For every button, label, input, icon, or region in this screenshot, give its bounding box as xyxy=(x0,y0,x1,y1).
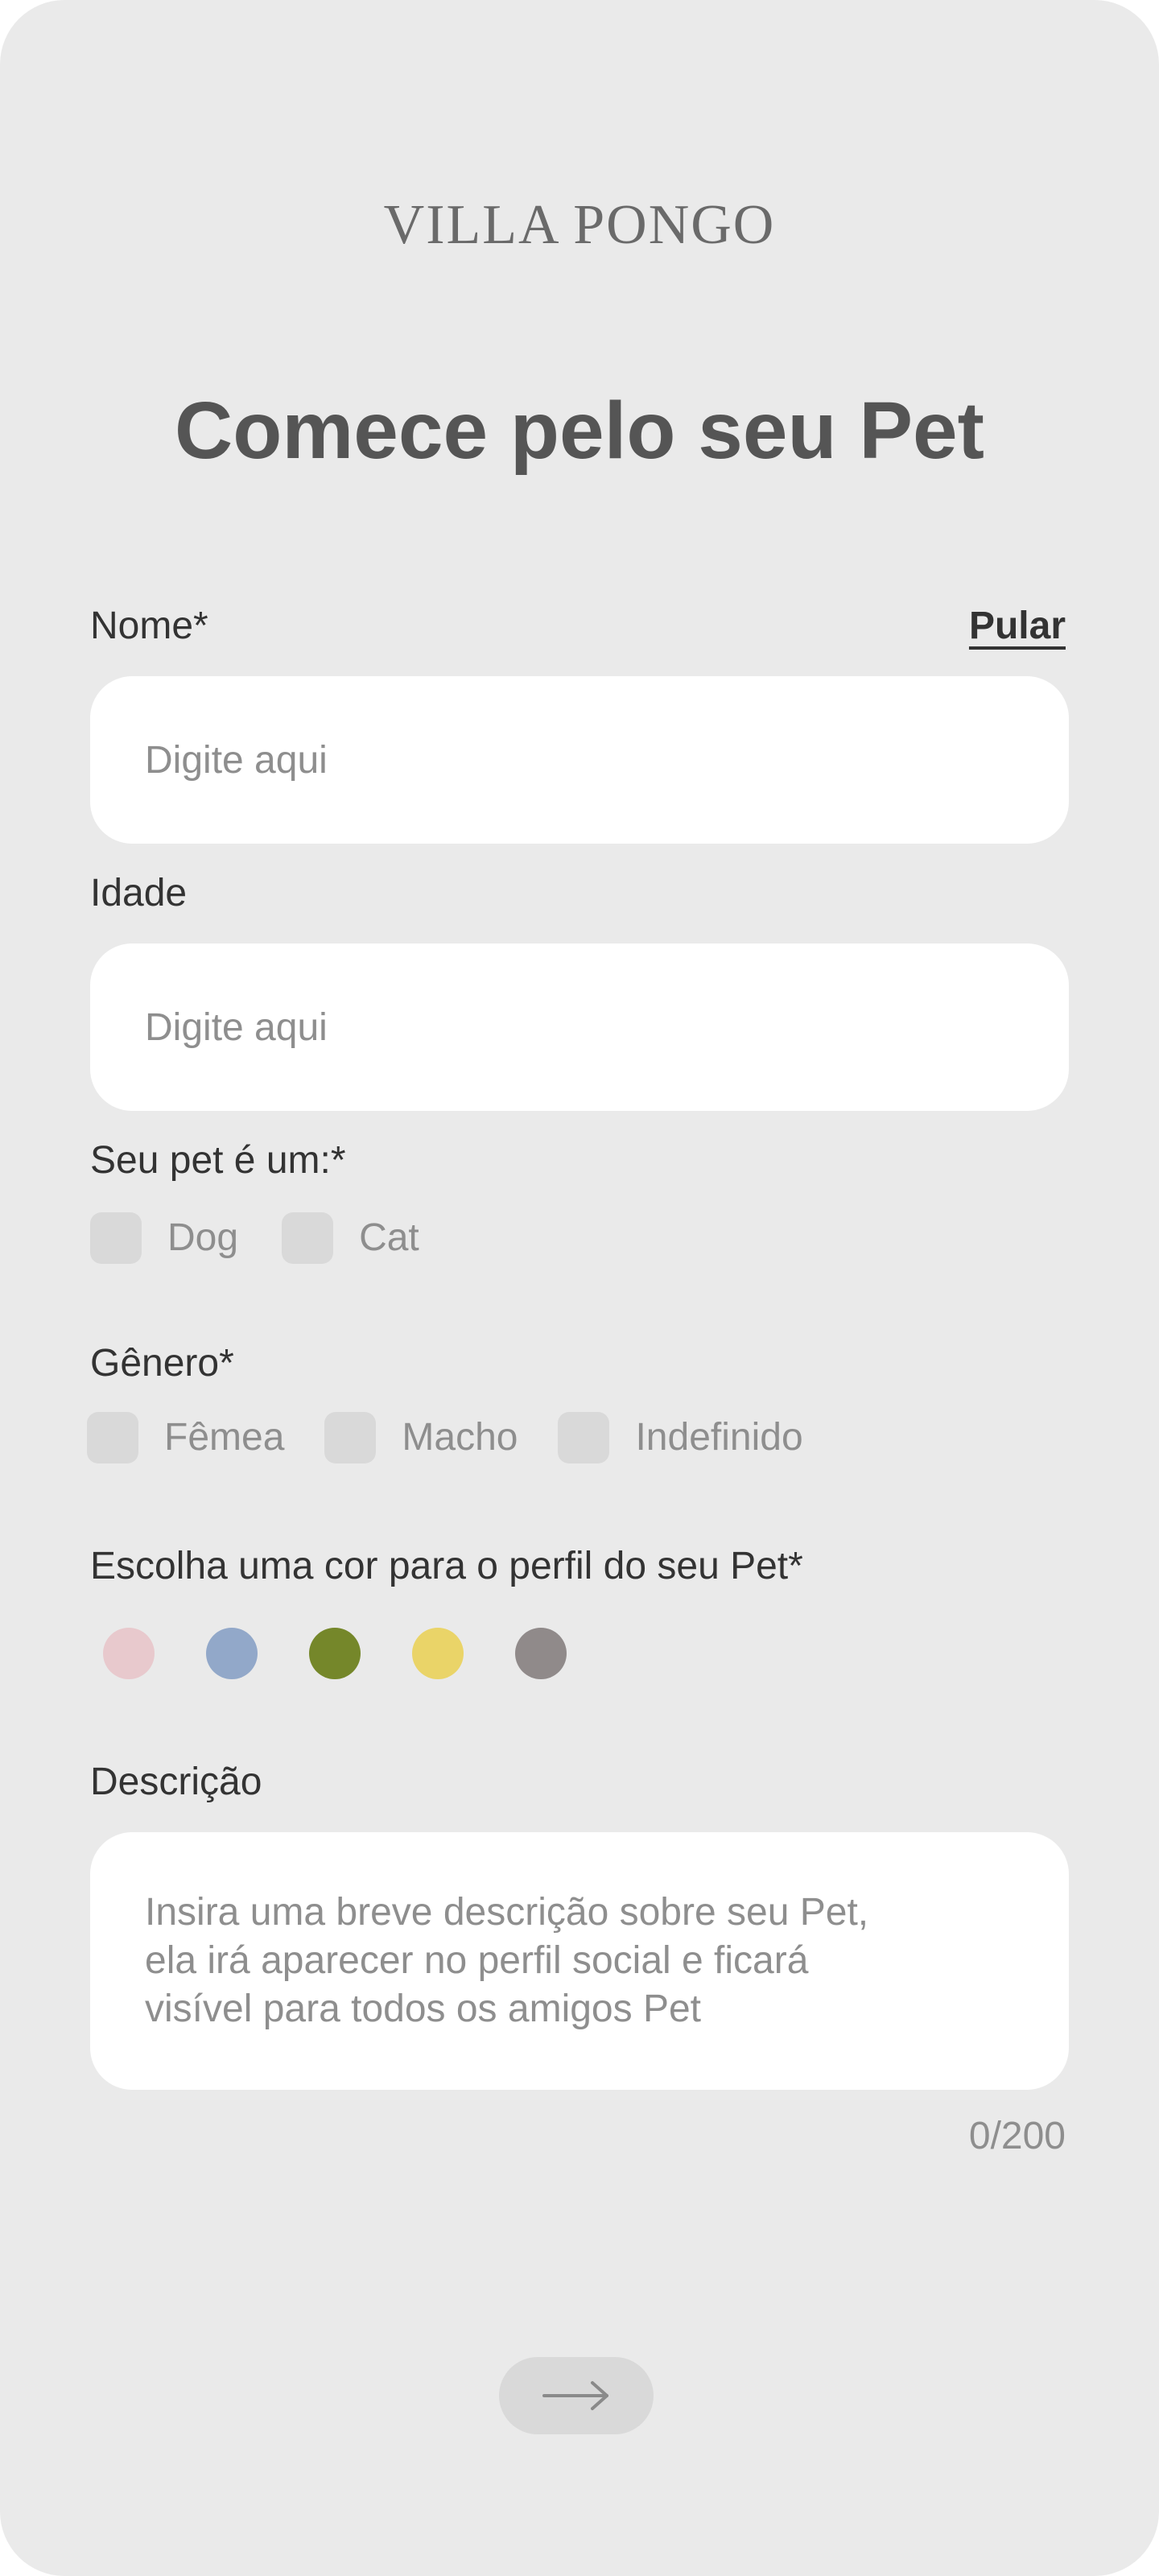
species-option-dog[interactable]: Dog xyxy=(90,1212,238,1264)
undefined-checkbox[interactable] xyxy=(558,1412,610,1463)
gender-option-undefined[interactable]: Indefinido xyxy=(558,1412,803,1463)
species-option-cat[interactable]: Cat xyxy=(282,1212,419,1264)
description-label: Descrição xyxy=(90,1761,262,1803)
gender-option-male[interactable]: Macho xyxy=(324,1412,518,1463)
gender-label: Gênero* xyxy=(90,1342,234,1385)
undefined-option-label: Indefinido xyxy=(635,1416,803,1459)
color-swatch-yellow[interactable] xyxy=(412,1628,464,1679)
skip-link[interactable]: Pular xyxy=(969,602,1066,650)
color-swatch-olive[interactable] xyxy=(309,1628,361,1679)
character-counter: 0/200 xyxy=(968,2115,1066,2157)
dog-checkbox[interactable] xyxy=(90,1212,142,1264)
next-button[interactable] xyxy=(499,2357,654,2434)
species-label: Seu pet é um:* xyxy=(90,1139,346,1182)
age-label: Idade xyxy=(90,872,188,914)
cat-option-label: Cat xyxy=(359,1216,419,1259)
name-field-box xyxy=(90,676,1069,844)
color-swatch-gray[interactable] xyxy=(515,1628,567,1679)
age-field-box xyxy=(90,943,1069,1111)
brand-logo: VILLA PONGO xyxy=(383,194,776,256)
female-option-label: Fêmea xyxy=(164,1416,285,1459)
gender-options: Fêmea Macho Indefinido xyxy=(87,1409,843,1467)
gender-option-female[interactable]: Fêmea xyxy=(87,1412,284,1463)
description-textarea[interactable] xyxy=(90,1832,1069,2090)
female-checkbox[interactable] xyxy=(87,1412,138,1463)
cat-checkbox[interactable] xyxy=(282,1212,334,1264)
male-checkbox[interactable] xyxy=(324,1412,377,1463)
description-field-box xyxy=(90,1832,1069,2090)
dog-option-label: Dog xyxy=(167,1216,239,1259)
name-label: Nome* xyxy=(90,605,208,647)
age-input[interactable] xyxy=(90,943,1069,1111)
color-swatch-pink[interactable] xyxy=(103,1628,155,1679)
pet-signup-screen: VILLA PONGO Comece pelo seu Pet Nome* Pu… xyxy=(0,0,1159,2576)
species-options: Dog Cat xyxy=(90,1209,460,1267)
color-swatch-blue[interactable] xyxy=(206,1628,258,1679)
page-title: Comece pelo seu Pet xyxy=(175,386,984,476)
arrow-right-icon xyxy=(542,2381,608,2410)
male-option-label: Macho xyxy=(402,1416,518,1459)
profile-color-options xyxy=(103,1628,618,1679)
name-input[interactable] xyxy=(90,676,1069,844)
profile-color-label: Escolha uma cor para o perfil do seu Pet… xyxy=(90,1545,803,1587)
